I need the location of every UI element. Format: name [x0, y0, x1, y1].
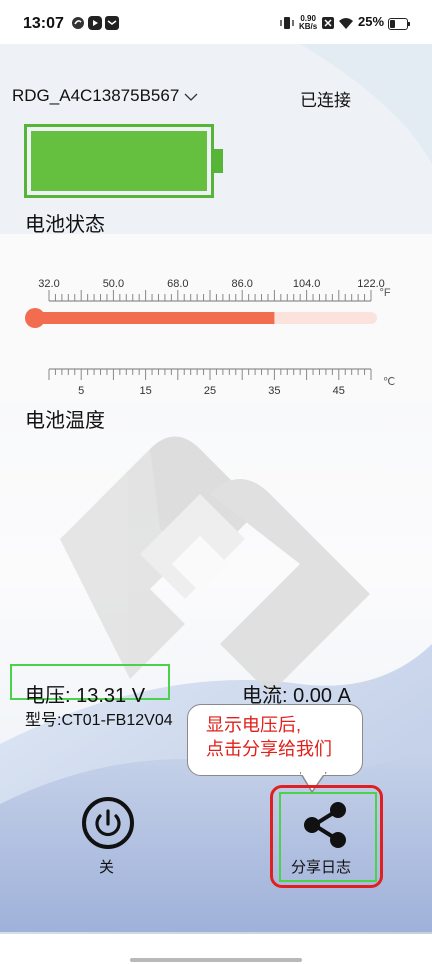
device-selector[interactable]: RDG_A4C13875B567	[12, 86, 199, 106]
chevron-down-icon	[184, 93, 198, 101]
thermometer-bar	[39, 312, 275, 324]
thermometer-scale: 32.0 50.0 68.0 86.0 104.0 122.0°F5 15 25 35 45℃	[25, 278, 395, 394]
share-log-button[interactable]: 分享日志	[291, 856, 351, 877]
status-time: 13:07	[23, 15, 64, 32]
play-icon	[88, 16, 102, 30]
status-bar: 13:07 0.90 KB/s 25%	[0, 0, 432, 44]
celsius-tick-label: 5	[78, 385, 84, 394]
fahrenheit-tick-label: 104.0	[293, 278, 321, 290]
celsius-tick-label: 45	[333, 385, 345, 394]
fahrenheit-unit: °F	[379, 287, 390, 299]
battery-temp-label: 电池温度	[25, 410, 105, 432]
celsius-unit: ℃	[383, 376, 395, 388]
battery-percent: 25%	[358, 14, 385, 29]
home-gesture-pill[interactable]	[130, 958, 302, 962]
net-speed-unit: KB/s	[299, 22, 318, 31]
sync-icon	[72, 17, 84, 29]
battery-level-graphic	[24, 124, 223, 198]
message-icon	[105, 16, 119, 30]
system-nav-bar	[0, 934, 432, 964]
fahrenheit-tick-label: 68.0	[167, 278, 188, 290]
model-number: 型号:CT01-FB12V04	[25, 712, 173, 729]
power-label: 关	[99, 859, 115, 876]
watermark-logo	[60, 436, 370, 694]
wifi-icon	[339, 18, 353, 29]
celsius-tick-label: 35	[268, 385, 280, 394]
no-signal-icon	[322, 17, 334, 29]
battery-tip	[214, 149, 223, 173]
thermometer-bulb	[25, 308, 45, 328]
celsius-tick-label: 15	[139, 385, 151, 394]
connection-status: 已连接	[300, 91, 351, 110]
battery-status-label: 电池状态	[25, 214, 105, 236]
battery-fill	[31, 131, 207, 191]
celsius-tick-label: 25	[204, 385, 216, 394]
power-button[interactable]	[81, 796, 135, 850]
voltage-reading: 电压: 13.31 V	[25, 685, 146, 707]
tooltip-line-1: 显示电压后,	[206, 715, 302, 735]
fahrenheit-tick-label: 50.0	[103, 278, 124, 290]
fahrenheit-tick-label: 86.0	[231, 278, 252, 290]
battery-icon	[388, 18, 410, 30]
share-icon[interactable]	[298, 800, 356, 850]
tooltip-line-2: 点击分享给我们	[206, 739, 332, 759]
vibrate-icon	[280, 17, 294, 29]
net-speed: 0.90 KB/s	[299, 15, 317, 31]
fahrenheit-tick-label: 32.0	[38, 278, 59, 290]
app-content: RDG_A4C13875B567 已连接 电池状态 32.0 50.0 68.0 86…	[0, 44, 432, 934]
device-name: RDG_A4C13875B567	[12, 86, 180, 105]
tooltip-bubble: 显示电压后, 点击分享给我们	[187, 704, 363, 776]
